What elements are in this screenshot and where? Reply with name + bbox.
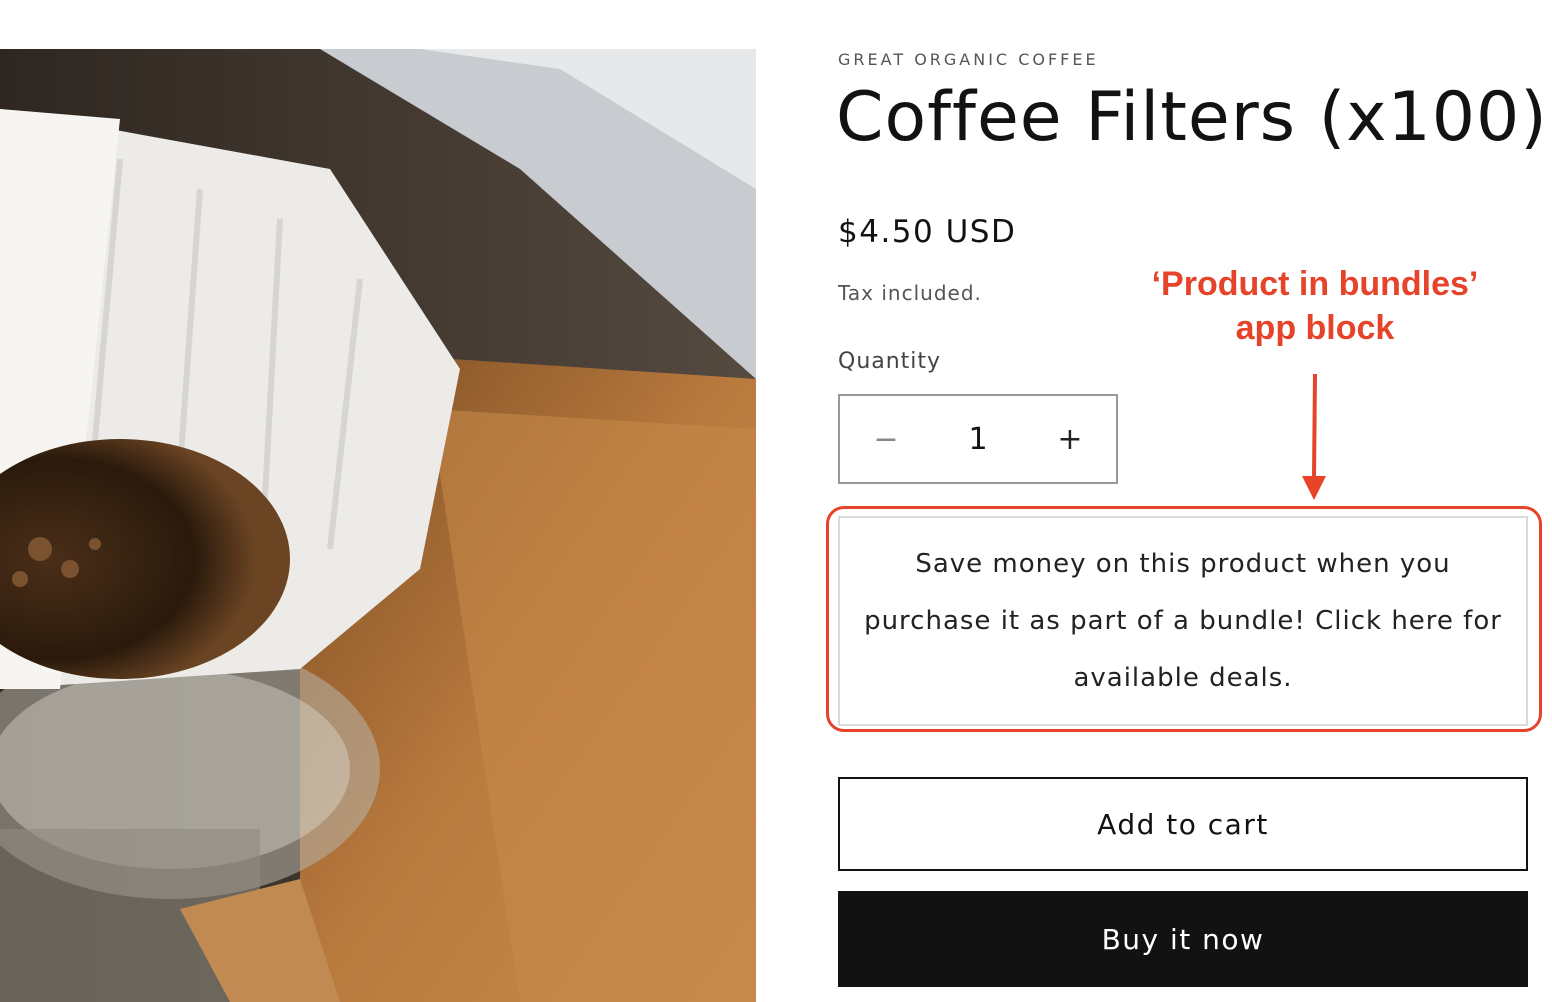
quantity-input[interactable]: 1 xyxy=(932,422,1024,457)
coffee-dripper-photo xyxy=(0,49,756,1002)
buy-it-now-button[interactable]: Buy it now xyxy=(838,891,1528,987)
tax-note: Tax included. xyxy=(838,281,982,305)
annotation-arrow-icon xyxy=(1302,373,1326,500)
bundle-message: Save money on this product when you purc… xyxy=(864,548,1502,693)
annotation-label: ‘Product in bundles’ app block xyxy=(1100,262,1530,350)
quantity-increase-button[interactable]: + xyxy=(1024,396,1116,482)
product-in-bundles-block[interactable]: Save money on this product when you purc… xyxy=(838,516,1528,726)
quantity-stepper: − 1 + xyxy=(838,394,1118,484)
product-vendor: GREAT ORGANIC COFFEE xyxy=(838,50,1099,69)
product-price: $4.50 USD xyxy=(838,214,1017,250)
annotation-line-1: ‘Product in bundles’ xyxy=(1151,265,1479,303)
quantity-label: Quantity xyxy=(838,349,942,374)
annotation-line-2: app block xyxy=(1235,309,1395,347)
product-image xyxy=(0,49,756,1002)
product-title: Coffee Filters (x100) xyxy=(836,78,1548,157)
quantity-decrease-button[interactable]: − xyxy=(840,396,932,482)
add-to-cart-button[interactable]: Add to cart xyxy=(838,777,1528,871)
